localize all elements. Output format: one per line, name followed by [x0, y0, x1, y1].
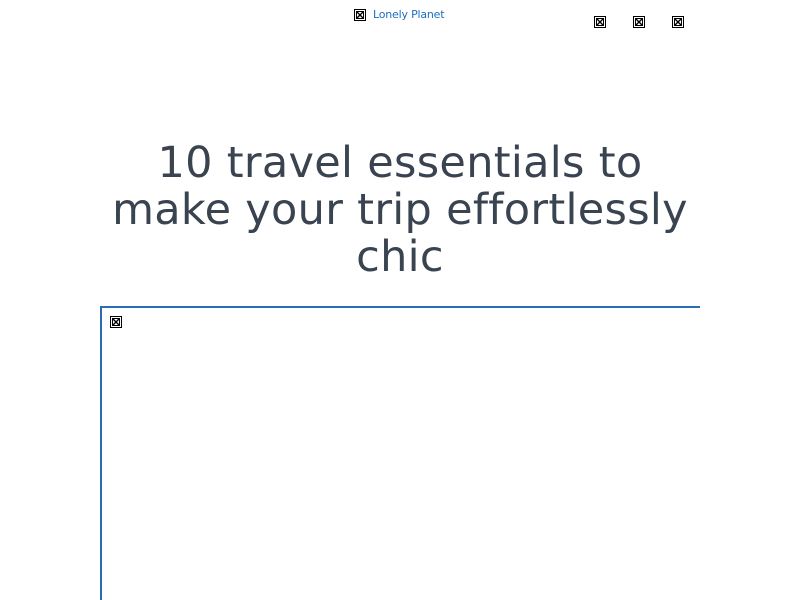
broken-image-icon [354, 9, 366, 21]
hero-image-frame [100, 306, 700, 600]
broken-image-icon[interactable] [594, 16, 606, 28]
logo-link[interactable]: Lonely Planet [354, 7, 445, 23]
broken-image-icon[interactable] [633, 16, 645, 28]
page: Lonely Planet 10 travel essentials to ma… [0, 0, 800, 600]
broken-image-icon[interactable] [672, 16, 684, 28]
broken-image-icon [110, 316, 122, 328]
article-title: 10 travel essentials to make your trip e… [112, 138, 688, 282]
logo-text[interactable]: Lonely Planet [373, 7, 445, 23]
